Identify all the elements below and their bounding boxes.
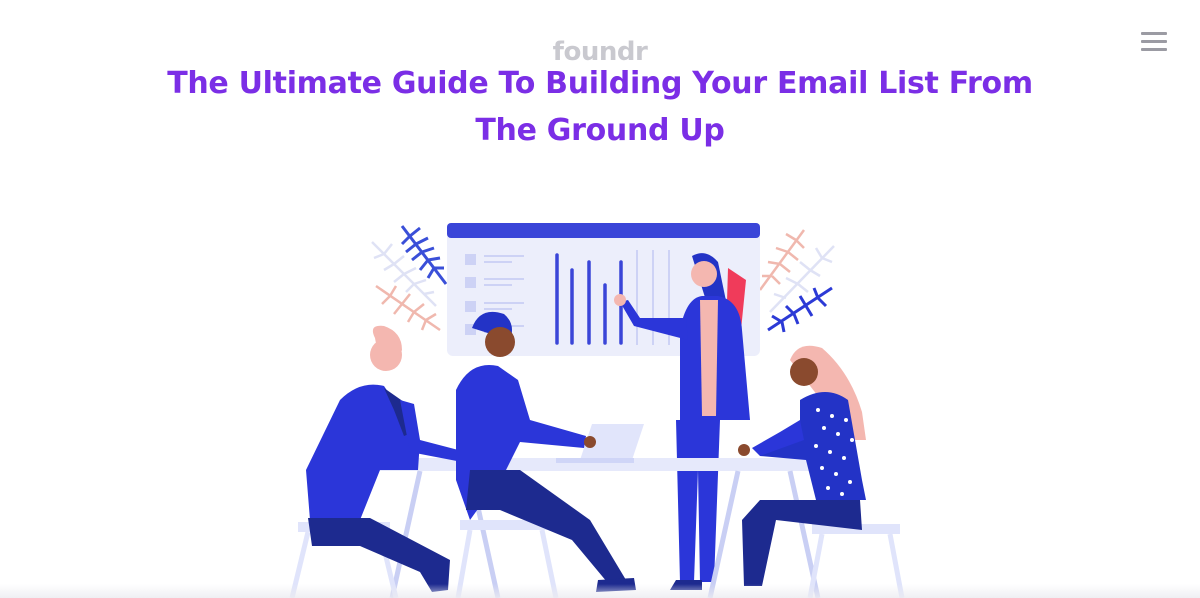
seated-woman-right [738, 345, 905, 598]
bottom-fade [0, 584, 1200, 598]
right-leaves-decoration [758, 229, 835, 333]
team-meeting-illustration [289, 223, 905, 598]
left-leaves-decoration [371, 225, 448, 332]
